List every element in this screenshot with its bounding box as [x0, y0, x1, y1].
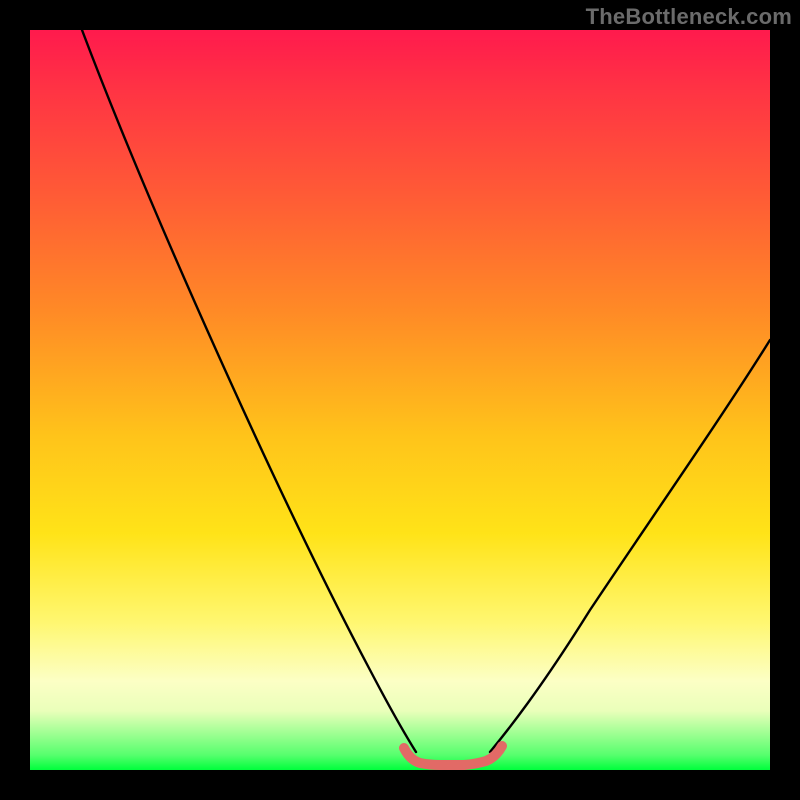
curve-left-branch	[82, 30, 416, 752]
watermark-text: TheBottleneck.com	[586, 4, 792, 30]
curve-bottom-highlight	[404, 746, 502, 765]
curve-right-branch	[490, 340, 770, 752]
chart-curves-svg	[30, 30, 770, 770]
chart-frame: TheBottleneck.com	[0, 0, 800, 800]
